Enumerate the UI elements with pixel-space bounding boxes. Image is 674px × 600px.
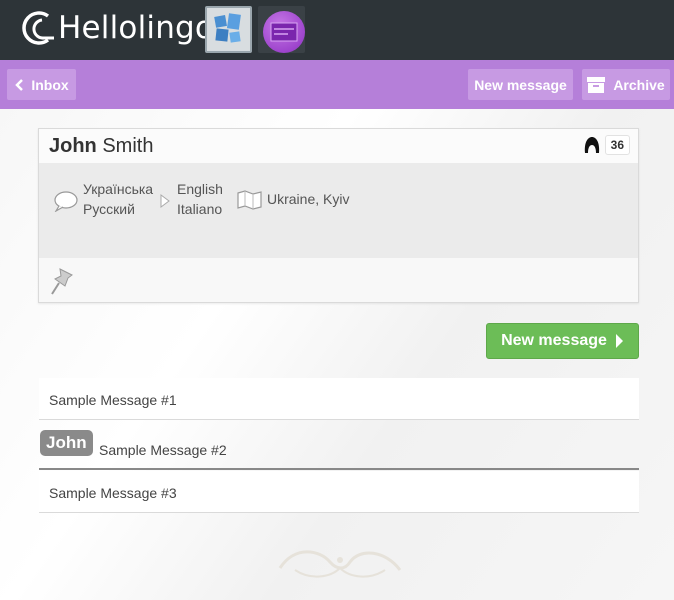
known-language: Русский <box>83 201 135 217</box>
profile-card: John Smith 36 Українська Русский English… <box>38 128 639 303</box>
archive-button[interactable]: Archive <box>582 69 670 100</box>
profile-name[interactable]: John Smith <box>49 135 153 158</box>
last-name: Smith <box>102 135 154 157</box>
location: Ukraine, Kyiv <box>267 191 350 207</box>
message-text: Sample Message #1 <box>49 392 177 408</box>
archive-label: Archive <box>613 76 665 93</box>
chevron-left-icon <box>15 78 24 91</box>
message-text: Sample Message #2 <box>99 442 227 458</box>
tiles-app-icon[interactable] <box>205 6 252 53</box>
learning-languages: English Italiano <box>177 179 223 219</box>
profile-count: 36 <box>604 135 630 155</box>
mail-app-icon[interactable] <box>258 6 305 53</box>
learning-language: Italiano <box>177 201 223 217</box>
caret-right-icon <box>615 334 623 348</box>
avatar-head-icon <box>584 137 599 153</box>
inbox-button[interactable]: Inbox <box>7 69 76 100</box>
message-author-tag: John <box>40 430 93 456</box>
app-name: Hellolingo <box>58 10 215 46</box>
first-name: John <box>49 135 97 157</box>
profile-details: Українська Русский English Italiano Ukra… <box>39 163 638 258</box>
new-message-button[interactable]: New message <box>486 323 639 359</box>
nav-new-message-label: New message <box>474 76 567 93</box>
nav-new-message-button[interactable]: New message <box>468 69 573 100</box>
profile-badge: 36 <box>583 135 630 155</box>
top-bar: Hellolingo <box>0 0 674 60</box>
known-languages: Українська Русский <box>83 179 153 219</box>
speech-bubble-icon <box>54 191 78 212</box>
flourish-ornament-icon <box>278 550 402 578</box>
new-message-label: New message <box>501 332 607 349</box>
message-item[interactable]: Sample Message #1 <box>39 378 639 420</box>
pin-icon[interactable] <box>51 267 75 295</box>
app-logo[interactable]: Hellolingo <box>18 8 214 48</box>
message-item[interactable]: Sample Message #3 <box>39 471 639 513</box>
arrow-right-icon <box>160 194 170 208</box>
known-language: Українська <box>83 181 154 197</box>
message-text: Sample Message #3 <box>49 485 177 501</box>
learning-language: English <box>177 181 223 197</box>
archive-box-icon <box>587 76 606 93</box>
message-nav-bar: Inbox New message Archive <box>0 60 674 109</box>
map-icon <box>237 190 262 210</box>
message-item[interactable]: John Sample Message #2 <box>39 420 639 470</box>
inbox-label: Inbox <box>31 76 69 93</box>
